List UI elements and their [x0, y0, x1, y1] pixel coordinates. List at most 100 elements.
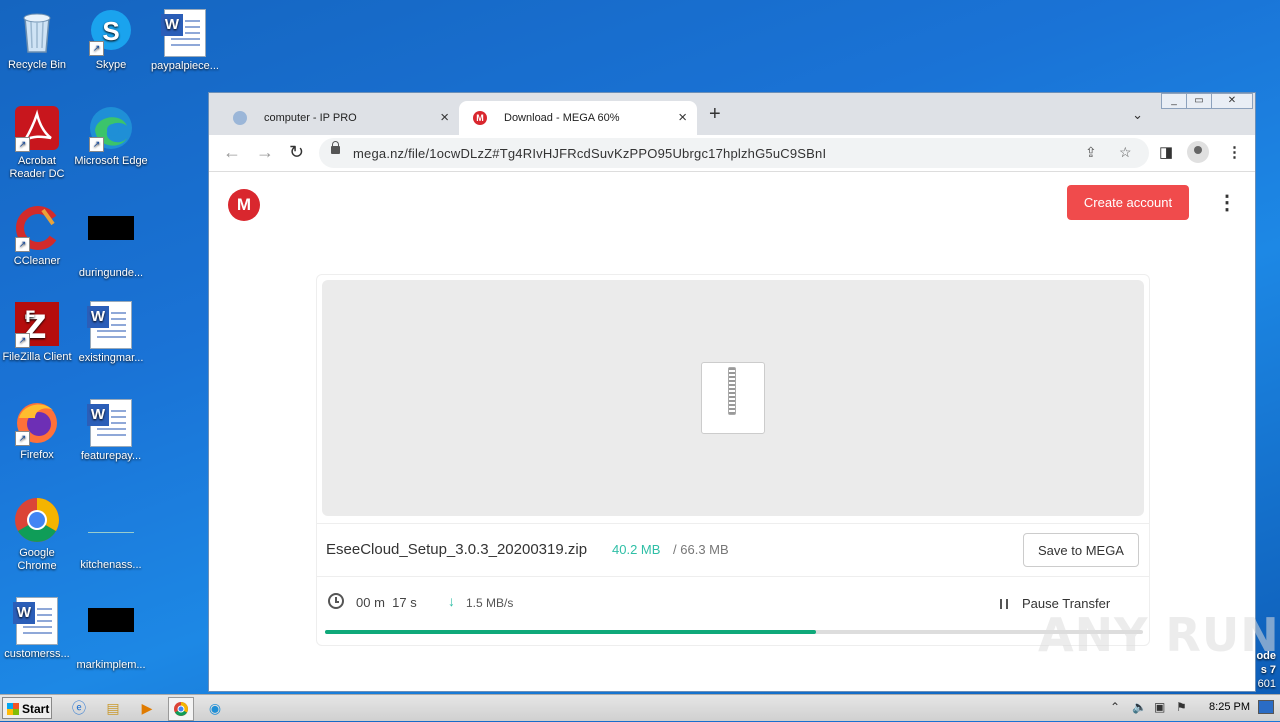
- reload-icon[interactable]: ↻: [289, 143, 304, 161]
- desktop-icon-firefox[interactable]: ↗ Firefox: [0, 398, 74, 462]
- desktop-icon-recycle-bin[interactable]: Recycle Bin: [0, 8, 74, 72]
- mega-favicon-icon: M: [473, 111, 487, 125]
- volume-icon[interactable]: 🔈: [1132, 700, 1147, 714]
- tab-download-mega[interactable]: M Download - MEGA 60% ×: [459, 101, 697, 135]
- media-player-icon[interactable]: ▶: [136, 698, 158, 718]
- download-speed: 1.5 MB/s: [466, 596, 514, 610]
- tab-title: Download - MEGA 60%: [504, 112, 620, 124]
- shortcut-arrow-icon: ↗: [15, 137, 30, 152]
- close-tab-icon[interactable]: ×: [440, 109, 449, 126]
- recycle-bin-icon: [13, 8, 61, 56]
- clock-icon: [328, 593, 344, 609]
- file-preview-area: [322, 280, 1144, 516]
- browser-toolbar: ← → ↻ mega.nz/file/1ocwDLzZ#Tg4RIvHJFRcd…: [209, 135, 1255, 172]
- desktop-icon-skype[interactable]: S ↗ Skype: [74, 8, 148, 72]
- blank-file-thumbnail-icon: [87, 508, 135, 556]
- save-to-mega-button[interactable]: Save to MEGA: [1023, 533, 1139, 567]
- close-tab-icon[interactable]: ×: [678, 109, 687, 126]
- shortcut-arrow-icon: ↗: [89, 41, 104, 56]
- taskbar-clock[interactable]: 8:25 PM: [1209, 701, 1250, 713]
- progress-bar-fill: [325, 630, 816, 634]
- minimize-button[interactable]: _: [1161, 93, 1187, 109]
- more-menu-icon[interactable]: ⋮: [1217, 191, 1237, 215]
- shortcut-arrow-icon: ↗: [15, 237, 30, 252]
- share-icon[interactable]: ⇪: [1085, 144, 1097, 161]
- desktop-icon-paypalpiece[interactable]: W paypalpiece...: [148, 8, 222, 73]
- shortcut-arrow-icon: ↗: [15, 431, 30, 446]
- desktop-icon-existingmar[interactable]: W existingmar...: [74, 300, 148, 365]
- word-document-icon: W: [13, 597, 61, 645]
- address-bar[interactable]: mega.nz/file/1ocwDLzZ#Tg4RIvHJFRcdSuvKzP…: [319, 138, 1149, 168]
- file-info-row: EseeCloud_Setup_3.0.3_20200319.zip 40.2 …: [317, 523, 1149, 577]
- new-tab-button[interactable]: +: [709, 104, 721, 124]
- desktop-icon-edge[interactable]: ↗ Microsoft Edge: [74, 104, 148, 168]
- pause-icon[interactable]: [1000, 599, 1008, 609]
- profile-avatar-icon[interactable]: [1187, 141, 1209, 163]
- close-window-button[interactable]: ✕: [1211, 93, 1253, 109]
- word-document-icon: W: [87, 301, 135, 349]
- desktop-icon-label: Acrobat Reader DC: [9, 155, 65, 180]
- desktop-icon-ccleaner[interactable]: ↗ CCleaner: [0, 204, 74, 268]
- edge-taskbar-icon[interactable]: ◉: [204, 698, 226, 718]
- firefox-icon: ↗: [13, 398, 61, 446]
- skype-icon: S ↗: [87, 8, 135, 56]
- acrobat-icon: ↗: [13, 104, 61, 152]
- download-arrow-icon: ↓: [448, 593, 455, 609]
- network-icon[interactable]: ▣: [1154, 700, 1165, 714]
- desktop-icon-markimplem[interactable]: markimplem...: [74, 596, 148, 672]
- desktop-icon-filezilla[interactable]: ZF ↗ FileZilla Client: [0, 300, 74, 364]
- total-size: / 66.3 MB: [673, 542, 729, 557]
- browser-menu-icon[interactable]: ⋮: [1227, 143, 1242, 161]
- chrome-taskbar-icon[interactable]: [168, 697, 194, 721]
- show-hidden-icons-icon[interactable]: ⌃: [1110, 700, 1120, 714]
- internet-explorer-icon[interactable]: ⓔ: [68, 698, 90, 718]
- windows-logo-icon: [7, 703, 19, 715]
- url-text[interactable]: mega.nz/file/1ocwDLzZ#Tg4RIvHJFRcdSuvKzP…: [353, 146, 826, 161]
- bookmark-star-icon[interactable]: ☆: [1119, 144, 1132, 161]
- desktop-icon-label: markimplem...: [76, 659, 146, 671]
- back-arrow-icon[interactable]: ←: [223, 143, 241, 161]
- side-panel-icon[interactable]: ◨: [1159, 143, 1173, 161]
- shortcut-arrow-icon: ↗: [15, 333, 30, 348]
- desktop-icon-label: Recycle Bin: [7, 59, 67, 71]
- desktop-icon-label: Firefox: [20, 449, 54, 461]
- desktop-icon-duringunde[interactable]: duringunde...: [74, 204, 148, 280]
- black-file-thumbnail-icon: [87, 216, 135, 264]
- start-label: Start: [22, 702, 50, 716]
- desktop-icon-label: paypalpiece...: [151, 60, 219, 72]
- desktop-icon-label: customerss...: [4, 648, 70, 660]
- progress-bar: [325, 630, 1143, 634]
- tab-search-chevron-icon[interactable]: ⌄: [1132, 107, 1143, 123]
- file-explorer-icon[interactable]: ▤: [102, 698, 124, 718]
- black-file-thumbnail-icon: [87, 608, 135, 656]
- desktop-icon-label: Google Chrome: [17, 547, 57, 572]
- action-center-flag-icon[interactable]: ⚑: [1176, 700, 1187, 714]
- tab-computer-ip-pro[interactable]: computer - IP PRO ×: [219, 101, 459, 135]
- desktop-icon-acrobat[interactable]: ↗ Acrobat Reader DC: [0, 104, 74, 181]
- desktop-icon-label: existingmar...: [78, 352, 144, 364]
- time-remaining: 00 m 17 s: [356, 595, 417, 610]
- downloaded-size: 40.2 MB: [612, 542, 661, 557]
- desktop-icon-label: Microsoft Edge: [74, 155, 148, 167]
- word-document-icon: W: [161, 9, 209, 57]
- desktop-icon-customerss[interactable]: W customerss...: [0, 596, 74, 661]
- desktop-icon-chrome[interactable]: Google Chrome: [0, 496, 74, 573]
- desktop-icon-label: kitchenass...: [80, 559, 142, 571]
- desktop-icon-kitchenass[interactable]: kitchenass...: [74, 496, 148, 572]
- maximize-button[interactable]: ▭: [1186, 93, 1212, 109]
- desktop-icon-featurepay[interactable]: W featurepay...: [74, 398, 148, 463]
- forward-arrow-icon[interactable]: →: [256, 143, 274, 161]
- create-account-button[interactable]: Create account: [1067, 185, 1189, 220]
- desktop-side-text: 601: [1257, 678, 1276, 690]
- svg-text:S: S: [102, 16, 119, 46]
- filezilla-icon: ZF ↗: [13, 300, 61, 348]
- lock-icon: [331, 141, 340, 154]
- taskbar: Start ⓔ ▤ ▶ ◉ ⌃ 🔈 ▣ ⚑ 8:25 PM: [0, 694, 1280, 721]
- start-button[interactable]: Start: [2, 697, 52, 719]
- shortcut-arrow-icon: ↗: [89, 137, 104, 152]
- show-desktop-icon[interactable]: [1258, 700, 1274, 714]
- tab-strip: computer - IP PRO × M Download - MEGA 60…: [209, 93, 1255, 135]
- file-name: EseeCloud_Setup_3.0.3_20200319.zip: [326, 541, 588, 558]
- browser-window: computer - IP PRO × M Download - MEGA 60…: [208, 92, 1256, 692]
- mega-logo[interactable]: M: [228, 189, 260, 221]
